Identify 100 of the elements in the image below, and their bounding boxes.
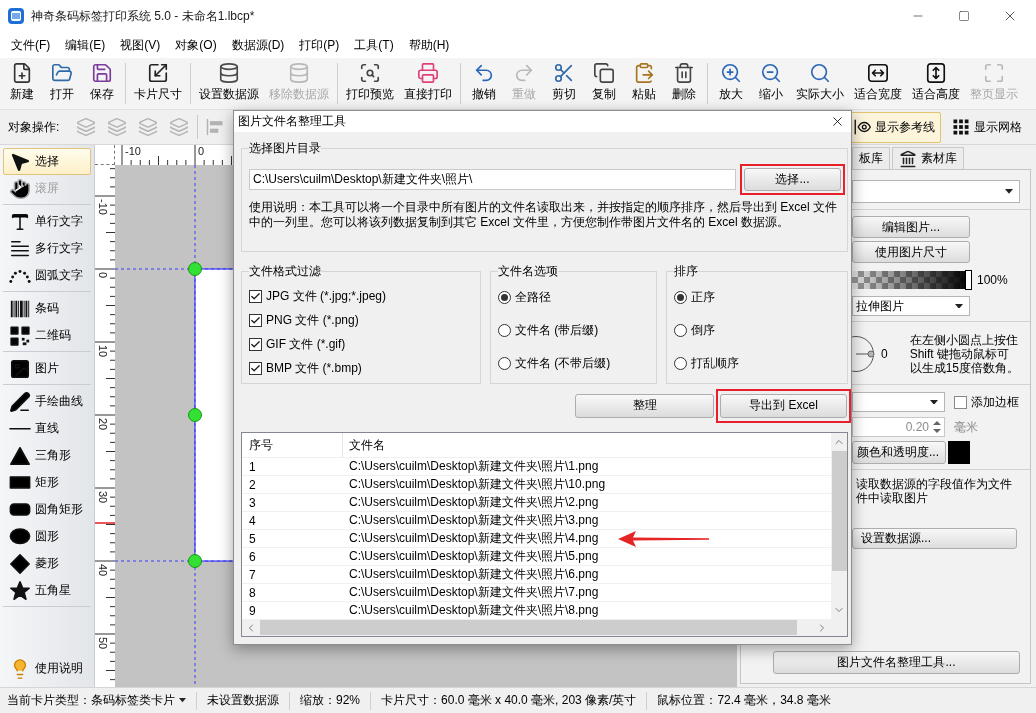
checkbox[interactable]	[249, 313, 262, 327]
tool-item[interactable]: 二维码	[3, 322, 91, 349]
panel-button[interactable]: 编辑图片...	[852, 216, 970, 238]
action-button[interactable]: 导出到 Excel	[720, 393, 847, 418]
radio-label: 文件名 (带后缀)	[515, 322, 599, 339]
menu-item[interactable]: 编辑(E)	[59, 33, 112, 57]
toolbar-button[interactable]: 剪切	[544, 58, 584, 109]
toolbar-button[interactable]: 打印预览	[341, 58, 399, 109]
file-path: C:\Users\cuilm\Desktop\新建文件夹\照片\8.png	[349, 602, 599, 619]
toolbar-button[interactable]: 卡片尺寸	[129, 58, 187, 109]
caret-icon	[930, 399, 938, 405]
tool-item[interactable]: 图片	[3, 355, 91, 382]
tool-item[interactable]: 直线	[3, 415, 91, 442]
panel-button[interactable]: 设置数据源...	[852, 528, 1017, 549]
toolbar-button[interactable]: 缩小	[751, 58, 791, 109]
checkbox-label: JPG 文件 (*.jpg;*.jpeg)	[266, 287, 387, 305]
checkbox[interactable]	[249, 289, 262, 303]
ellipse-icon	[9, 528, 31, 545]
help-item[interactable]: 使用说明	[3, 655, 91, 682]
toolbar-button[interactable]: 适合高度	[907, 58, 965, 109]
scrollbar-thumb[interactable]	[831, 451, 847, 571]
layers-icon	[137, 117, 158, 137]
row-number: 6	[248, 549, 257, 564]
status-text: 未设置数据源	[207, 692, 279, 709]
panel-tab[interactable]: 素材库	[892, 147, 964, 169]
radio-button[interactable]	[498, 291, 511, 304]
file-path: C:\Users\cuilm\Desktop\新建文件夹\照片\4.png	[349, 530, 599, 547]
search-icon	[809, 62, 831, 84]
tool-item[interactable]: 圆角矩形	[3, 496, 91, 523]
toolbar-button[interactable]: 实际大小	[791, 58, 849, 109]
tool-item[interactable]: 圆形	[3, 523, 91, 550]
opacity-slider[interactable]	[852, 271, 970, 289]
tool-item[interactable]: 菱形	[3, 550, 91, 577]
dropdown[interactable]: 拉伸图片	[852, 296, 970, 316]
radio-button[interactable]	[498, 357, 511, 370]
card-type-dropdown[interactable]: 当前卡片类型：条码标签类卡片	[7, 692, 186, 709]
toolbar-button[interactable]: 复制	[584, 58, 624, 109]
menu-item[interactable]: 打印(P)	[293, 33, 346, 57]
panel-button[interactable]: 使用图片尺寸	[852, 241, 970, 263]
selection-handle[interactable]	[188, 554, 202, 568]
dropdown[interactable]	[852, 392, 945, 412]
panel-button[interactable]: 颜色和透明度...	[852, 441, 946, 464]
tool-item[interactable]: 圆弧文字	[3, 262, 91, 289]
toggle-button[interactable]: 显示网格	[946, 111, 1028, 143]
database-icon	[218, 62, 240, 84]
tool-item[interactable]: 五角星	[3, 577, 91, 604]
toolbar-button[interactable]: 删除	[664, 58, 704, 109]
angle-value: 0	[881, 347, 888, 361]
slider-thumb[interactable]	[965, 270, 972, 290]
path-field[interactable]: C:\Users\cuilm\Desktop\新建文件夹\照片\	[249, 169, 736, 190]
radio-button[interactable]	[498, 324, 511, 337]
checkbox[interactable]	[954, 395, 967, 409]
tool-item[interactable]: 矩形	[3, 469, 91, 496]
checkbox[interactable]	[249, 337, 262, 351]
browse-button[interactable]: 选择...	[744, 168, 841, 191]
scrollbar-thumb[interactable]	[260, 620, 797, 635]
menu-item[interactable]: 数据源(D)	[225, 33, 291, 57]
checkbox-label: GIF 文件 (*.gif)	[266, 335, 346, 353]
toolbar-button[interactable]: 新建	[2, 58, 42, 109]
tool-item[interactable]: 三角形	[3, 442, 91, 469]
checkbox[interactable]	[249, 361, 262, 375]
toolbar-button[interactable]: 直接打印	[399, 58, 457, 109]
toolbar-button[interactable]: 适合宽度	[849, 58, 907, 109]
tool-item[interactable]: 选择	[3, 148, 91, 175]
toolbar-button[interactable]: 设置数据源	[194, 58, 264, 109]
tool-item[interactable]: 多行文字	[3, 235, 91, 262]
tool-item[interactable]: 条码	[3, 295, 91, 322]
toolbar-button[interactable]: 粘贴	[624, 58, 664, 109]
menu-item[interactable]: 文件(F)	[5, 33, 57, 57]
scissors-icon	[553, 62, 575, 84]
column-header[interactable]: 文件名	[343, 433, 831, 457]
menu-item[interactable]: 帮助(H)	[402, 33, 456, 57]
panel-tab[interactable]: 板库	[852, 147, 890, 169]
menu-item[interactable]: 视图(V)	[114, 33, 167, 57]
menu-item[interactable]: 工具(T)	[348, 33, 400, 57]
selection-handle[interactable]	[188, 408, 202, 422]
tool-item[interactable]: 单行文字	[3, 208, 91, 235]
guide-eye-icon	[853, 118, 871, 136]
action-button[interactable]: 整理	[575, 393, 714, 418]
star-icon	[9, 579, 31, 602]
column-header[interactable]: 序号	[242, 433, 343, 457]
scan-search-icon	[359, 62, 381, 84]
toolbar-button[interactable]: 放大	[711, 58, 751, 109]
toolbar-button[interactable]: 撤销	[464, 58, 504, 109]
radio-button[interactable]	[674, 324, 687, 337]
toolbar-button[interactable]: 打开	[42, 58, 82, 109]
row-number: 7	[248, 567, 257, 582]
toolbar-button[interactable]: 保存	[82, 58, 122, 109]
radio-button[interactable]	[674, 291, 687, 304]
tool-item[interactable]: 手绘曲线	[3, 388, 91, 415]
file-path: C:\Users\cuilm\Desktop\新建文件夹\照片\3.png	[349, 512, 599, 529]
row-number: 4	[248, 513, 257, 528]
panel-button[interactable]: 图片文件名整理工具...	[773, 651, 1020, 674]
row-number: 1	[248, 459, 257, 474]
dropdown[interactable]	[852, 180, 1020, 203]
menu-item[interactable]: 对象(O)	[169, 33, 223, 57]
color-swatch[interactable]	[948, 441, 970, 464]
radio-button[interactable]	[674, 357, 687, 370]
selection-handle[interactable]	[188, 262, 202, 276]
rotation-dial[interactable]	[852, 335, 876, 373]
